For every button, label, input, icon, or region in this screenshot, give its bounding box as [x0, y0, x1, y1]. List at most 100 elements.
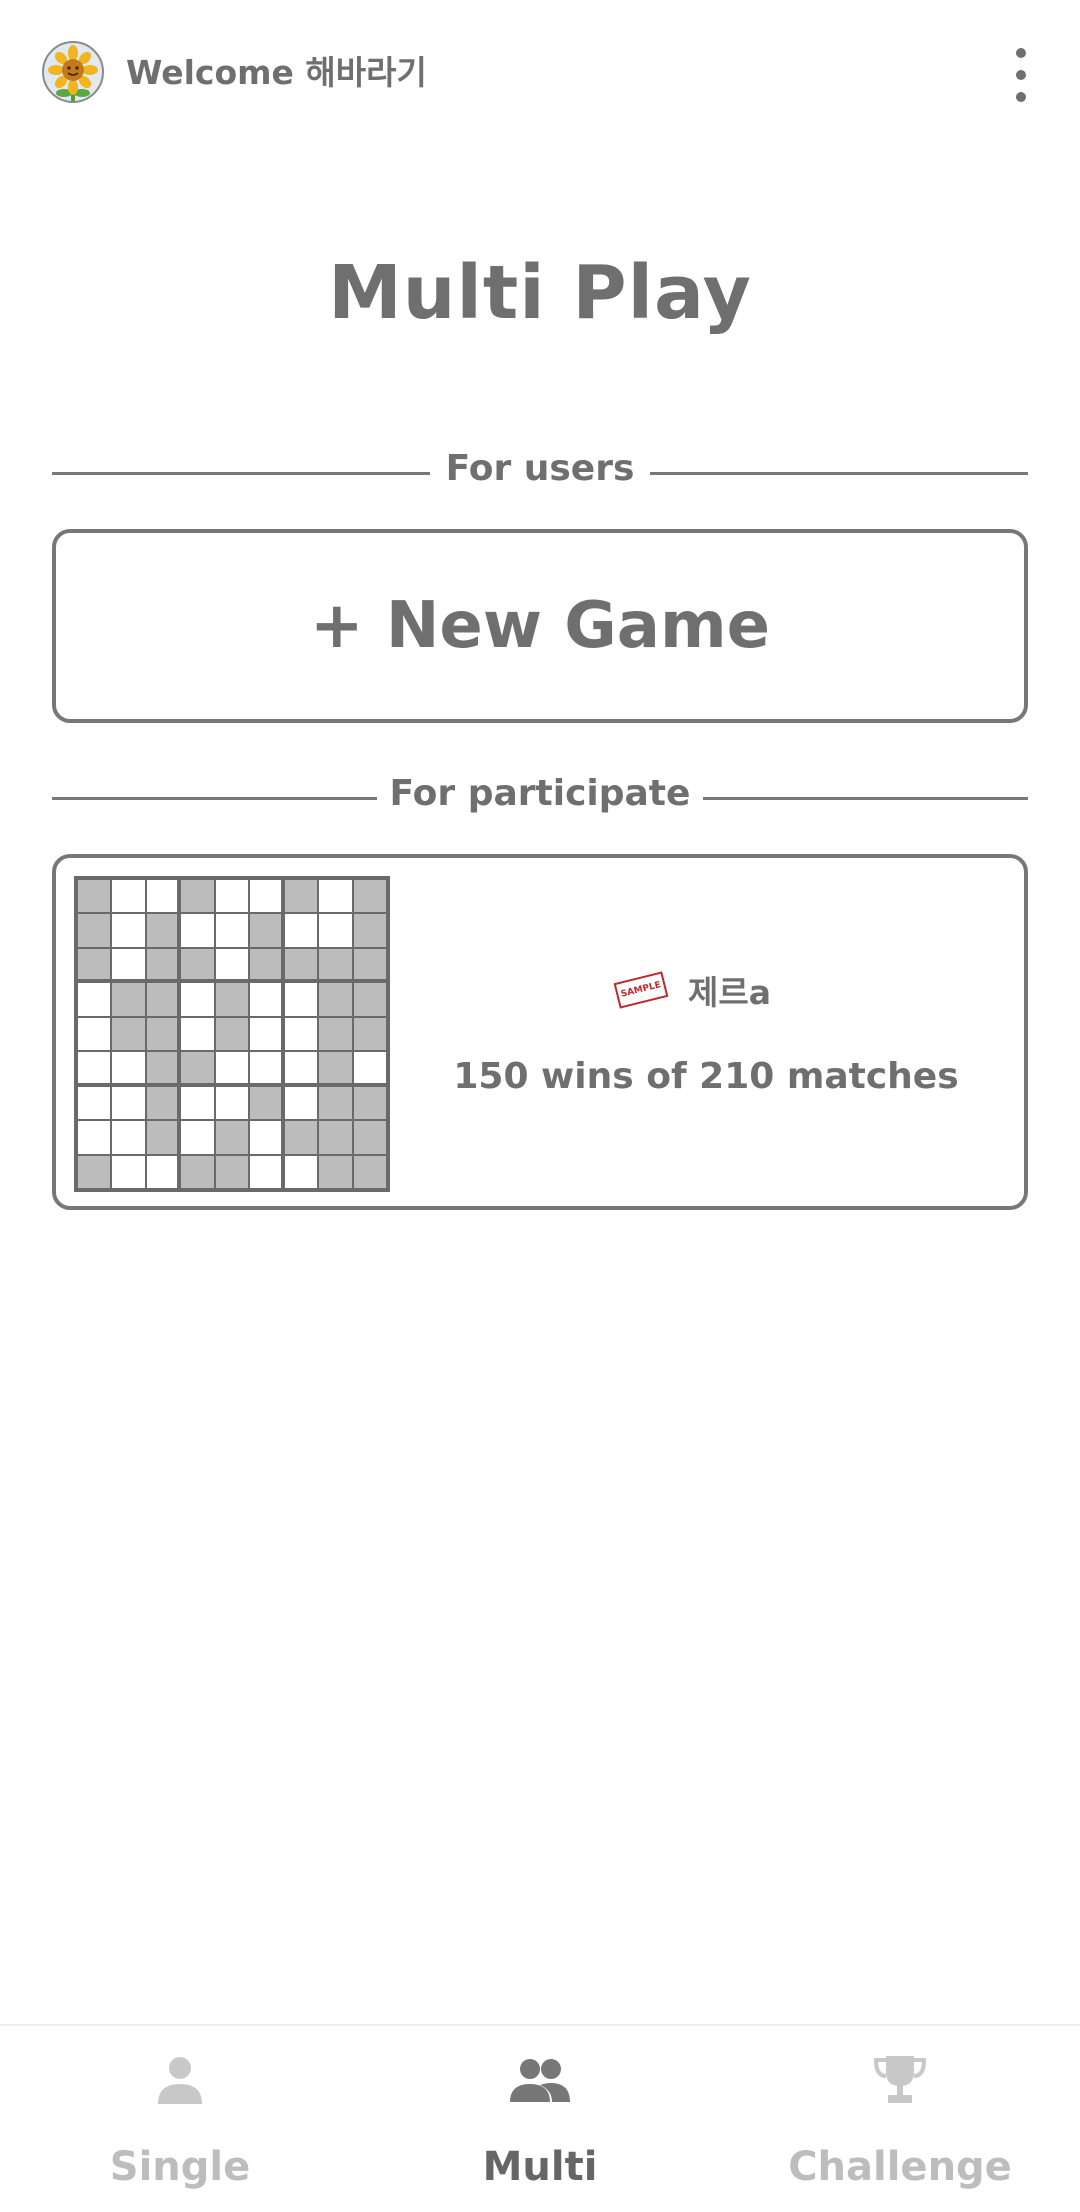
board-cell	[146, 983, 178, 1016]
board-cell	[78, 1017, 111, 1051]
section-label-for-participate: For participate	[389, 773, 691, 814]
board-cell	[112, 880, 145, 913]
board-cell	[181, 1052, 214, 1083]
board-cell	[146, 1052, 178, 1083]
new-game-button[interactable]: + New Game	[52, 529, 1028, 723]
board-cell	[319, 1052, 352, 1083]
board-cell	[181, 1121, 214, 1154]
board-cell	[284, 1017, 318, 1051]
board-cell	[78, 983, 111, 1016]
board-cell	[284, 1052, 318, 1083]
board-cell	[284, 1155, 318, 1188]
board-cell	[284, 983, 318, 1016]
board-cell	[78, 1155, 111, 1188]
board-cell	[215, 983, 249, 1016]
board-cell	[284, 948, 318, 980]
welcome-text: Welcome 해바라기	[126, 53, 427, 92]
board-cell	[319, 914, 352, 947]
tab-label-single: Single	[109, 2144, 251, 2190]
player-info: SAMPLE 제르a	[613, 970, 771, 1012]
board-cell	[353, 1155, 386, 1188]
board-cell	[284, 880, 318, 913]
board-cell	[250, 1052, 281, 1083]
board-cell	[250, 914, 281, 947]
sample-stamp-icon: SAMPLE	[613, 971, 669, 1009]
board-cell	[112, 914, 145, 947]
board-cell	[319, 1017, 352, 1051]
board-cell	[353, 1052, 386, 1083]
app-header: Welcome 해바라기	[0, 0, 1080, 150]
tab-challenge[interactable]: Challenge	[720, 2026, 1080, 2212]
board-cell	[250, 1121, 281, 1154]
board-cell	[78, 1086, 111, 1120]
board-cell	[319, 1121, 352, 1154]
board-cell	[250, 880, 281, 913]
tab-label-challenge: Challenge	[788, 2144, 1012, 2190]
tab-multi[interactable]: Multi	[360, 2026, 720, 2212]
board-cell	[112, 1052, 145, 1083]
board-cell	[284, 914, 318, 947]
more-vertical-icon[interactable]	[1006, 48, 1036, 102]
board-cell	[215, 1052, 249, 1083]
tab-single[interactable]: Single	[0, 2026, 360, 2212]
board-cell	[112, 1121, 145, 1154]
board-cell	[319, 1155, 352, 1188]
board-cell	[146, 914, 178, 947]
board-cell	[112, 983, 145, 1016]
board-cell	[181, 1086, 214, 1120]
section-label-for-users: For users	[445, 448, 635, 489]
board-cell	[146, 1155, 178, 1188]
board-cell	[319, 948, 352, 980]
game-list-item[interactable]: SAMPLE 제르a 150 wins of 210 matches	[52, 854, 1028, 1210]
board-cell	[181, 880, 214, 913]
board-cell	[112, 1155, 145, 1188]
trophy-icon	[873, 2056, 927, 2103]
board-cell	[78, 948, 111, 980]
board-cell	[146, 880, 178, 913]
board-cell	[78, 1121, 111, 1154]
section-divider-for-users: For users	[52, 448, 1028, 498]
board-cell	[181, 1017, 214, 1051]
board-cell	[112, 948, 145, 980]
board-cell	[319, 1086, 352, 1120]
board-cell	[146, 948, 178, 980]
person-icon	[158, 2057, 202, 2104]
board-cell	[78, 880, 111, 913]
board-cell	[112, 1017, 145, 1051]
sudoku-board-thumbnail	[74, 876, 390, 1192]
board-cell	[112, 1086, 145, 1120]
board-cell	[353, 1017, 386, 1051]
board-cell	[215, 914, 249, 947]
board-cell	[250, 983, 281, 1016]
board-cell	[353, 1086, 386, 1120]
board-cell	[146, 1017, 178, 1051]
board-cell	[181, 1155, 214, 1188]
tab-label-multi: Multi	[482, 2144, 598, 2190]
player-name: 제르a	[688, 973, 771, 1012]
board-cell	[250, 1086, 281, 1120]
board-cell	[215, 948, 249, 980]
board-cell	[146, 1121, 178, 1154]
board-cell	[353, 948, 386, 980]
board-cell	[353, 983, 386, 1016]
player-record: 150 wins of 210 matches	[453, 1056, 959, 1097]
board-cell	[78, 914, 111, 947]
section-divider-for-participate: For participate	[52, 773, 1028, 823]
board-cell	[250, 948, 281, 980]
board-cell	[319, 983, 352, 1016]
board-cell	[181, 948, 214, 980]
board-cell	[78, 1052, 111, 1083]
bottom-navigation: Single Multi Challenge	[0, 2024, 1080, 2212]
board-cell	[181, 983, 214, 1016]
sunflower-avatar-icon[interactable]	[42, 41, 104, 103]
board-cell	[353, 880, 386, 913]
board-cell	[284, 1086, 318, 1120]
board-cell	[215, 1017, 249, 1051]
board-cell	[319, 880, 352, 913]
board-cell	[146, 1086, 178, 1120]
board-cell	[215, 880, 249, 913]
board-cell	[215, 1121, 249, 1154]
board-cell	[215, 1086, 249, 1120]
board-cell	[250, 1155, 281, 1188]
group-icon	[510, 2059, 570, 2102]
